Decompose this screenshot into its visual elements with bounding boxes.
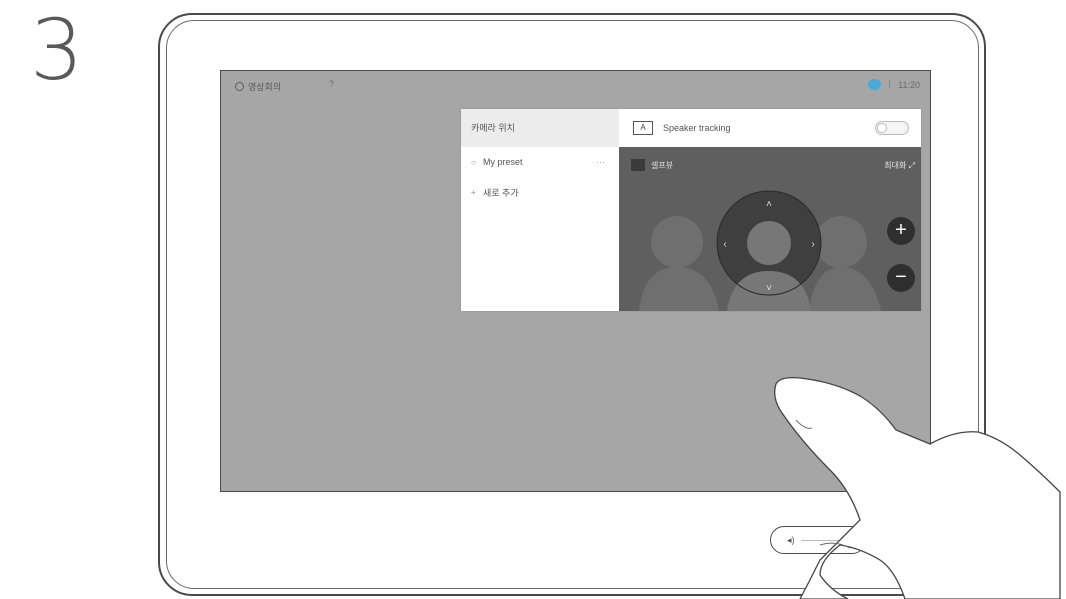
hand-gesture-illustration: [774, 376, 1061, 599]
hand-outline: [774, 376, 1061, 599]
